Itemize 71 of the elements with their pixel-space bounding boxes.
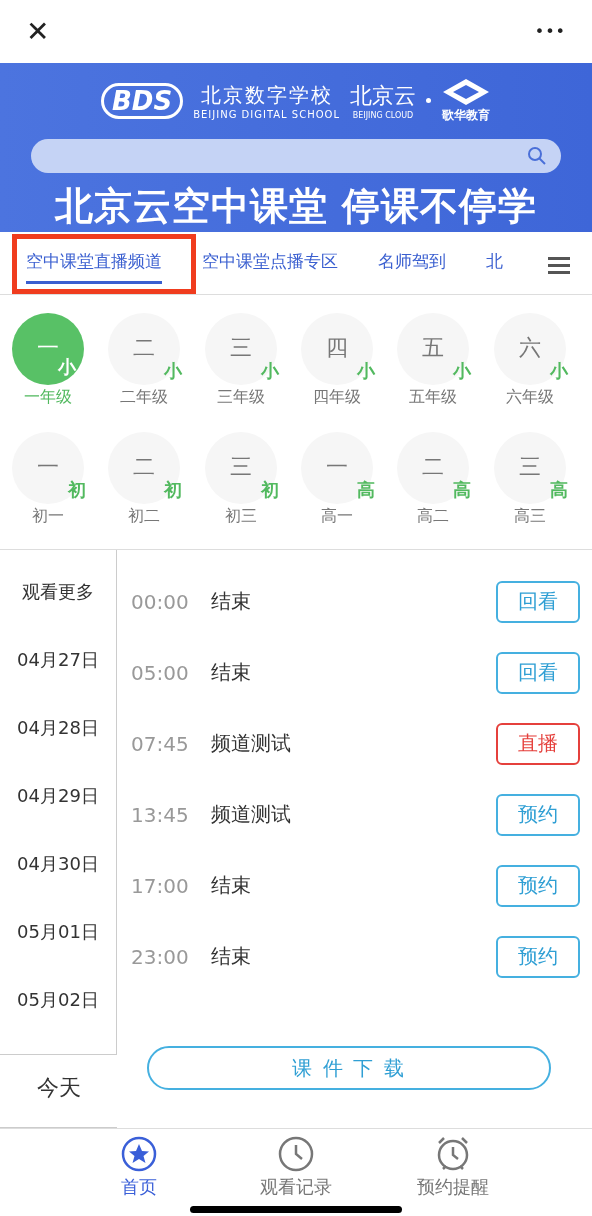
clock-icon[interactable] (277, 1135, 315, 1174)
grade-caption: 初三 (224, 506, 257, 528)
program-time: 00:00 (131, 589, 190, 614)
close-button[interactable]: ✕ (26, 14, 50, 48)
grade-caption: 五年级 (409, 387, 458, 409)
school-name-english: BEIJING DIGITAL SCHOOL (193, 108, 340, 120)
grade-caption: 高三 (513, 506, 546, 528)
grade-button[interactable]: 六 小 (493, 313, 566, 386)
program-title: 频道测试 (211, 730, 292, 758)
today-item[interactable]: 今天 (0, 1055, 117, 1122)
grade-button[interactable]: 五 小 (397, 313, 470, 386)
grade-caption: 高一 (321, 506, 353, 528)
channel-tab[interactable]: 空中课堂直播频道 (26, 242, 162, 284)
program-title: 结束 (211, 943, 252, 971)
download-button[interactable]: 课 件 下 载 (147, 1046, 551, 1091)
grade-button[interactable]: 二 小 (108, 313, 181, 386)
program-action-button[interactable]: 预约 (496, 864, 580, 907)
grade-caption: 高二 (417, 506, 450, 528)
grade-button[interactable]: 一 小 (12, 313, 84, 386)
school-name: 北京数字学校 (200, 81, 333, 109)
grade-button[interactable]: 一 初 (12, 432, 84, 505)
channel-tab[interactable]: 名师驾到 (378, 242, 446, 284)
grade-button[interactable]: 二 初 (108, 432, 181, 505)
knot-logo-icon (441, 77, 491, 108)
grade-caption: 六年级 (505, 387, 554, 409)
program-time: 23:00 (131, 944, 190, 969)
nav-label[interactable]: 首页 (120, 1175, 157, 1200)
search-icon (527, 145, 547, 166)
date-item[interactable]: 04月27日 (17, 636, 99, 705)
cloud-name-english: BEIJING CLOUD (352, 111, 414, 121)
program-action-button[interactable]: 直播 (496, 722, 580, 765)
grade-caption: 一年级 (24, 387, 72, 409)
headline: 北京云空中课堂 停课不停学 (54, 182, 538, 230)
grade-caption: 二年级 (120, 387, 169, 409)
date-item[interactable]: 观看更多 (22, 568, 94, 637)
grade-button[interactable]: 四 小 (301, 313, 373, 386)
grade-button[interactable]: 二 高 (397, 432, 470, 505)
date-item[interactable]: 04月28日 (17, 704, 99, 773)
program-title: 结束 (211, 588, 252, 616)
grade-caption: 三年级 (216, 387, 265, 409)
grade-button[interactable]: 三 初 (204, 432, 277, 505)
program-action-button[interactable]: 回看 (496, 580, 580, 623)
program-action-button[interactable]: 预约 (496, 793, 580, 836)
more-button[interactable]: ••• (534, 21, 566, 41)
program-time: 17:00 (131, 873, 190, 898)
date-item[interactable]: 04月29日 (17, 772, 99, 841)
channel-tab[interactable]: 空中课堂点播专区 (202, 242, 338, 284)
grade-button[interactable]: 三 小 (204, 313, 277, 386)
search-field[interactable] (31, 138, 561, 173)
program-title: 结束 (211, 872, 252, 900)
cloud-name: 北京云 (350, 82, 416, 111)
program-title: 结束 (211, 659, 252, 687)
date-item[interactable]: 05月01日 (17, 908, 99, 977)
nav-label[interactable]: 预约提醒 (417, 1175, 490, 1200)
nav-label[interactable]: 观看记录 (260, 1175, 332, 1200)
date-item[interactable]: 04月30日 (17, 840, 99, 909)
program-time: 13:45 (131, 802, 190, 827)
grade-caption: 初一 (32, 506, 64, 528)
date-item[interactable]: 05月02日 (17, 976, 99, 1045)
program-time: 07:45 (131, 731, 190, 756)
program-action-button[interactable]: 预约 (496, 935, 580, 978)
grade-button[interactable]: 一 高 (301, 432, 373, 505)
program-title: 频道测试 (211, 801, 292, 829)
grade-button[interactable]: 三 高 (493, 432, 566, 505)
logo-mark: BDS (101, 82, 184, 119)
grade-caption: 初二 (128, 506, 161, 528)
program-time: 05:00 (131, 660, 190, 685)
channel-tab[interactable]: 北 (486, 242, 503, 284)
program-action-button[interactable]: 回看 (496, 651, 580, 694)
partner-name: 歌华教育 (442, 107, 490, 125)
grade-caption: 四年级 (313, 387, 361, 409)
